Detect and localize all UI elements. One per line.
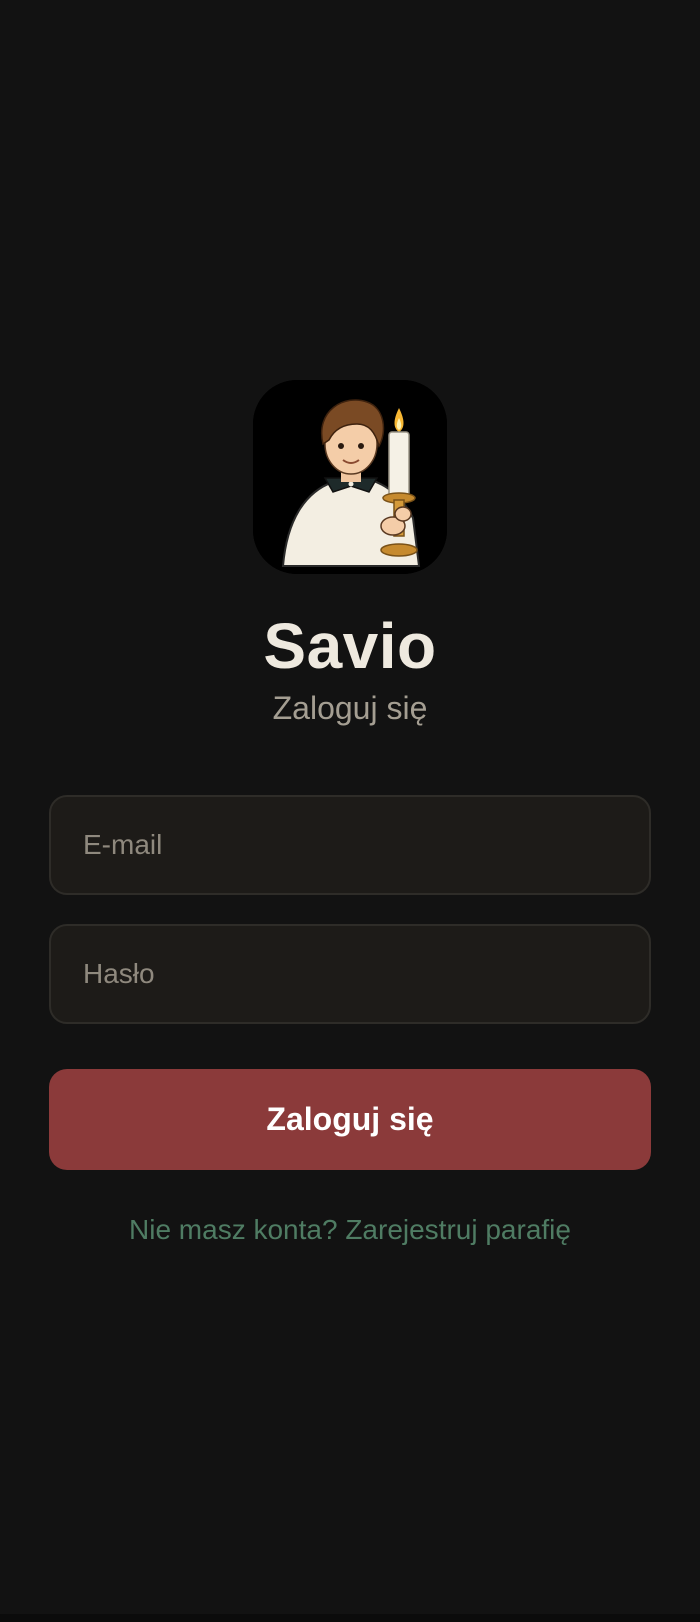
password-input[interactable] bbox=[51, 926, 649, 1022]
login-screen: Savio Zaloguj się Zaloguj się Nie masz k… bbox=[0, 0, 700, 1622]
password-field-container bbox=[49, 924, 651, 1024]
page-subtitle: Zaloguj się bbox=[272, 690, 428, 726]
login-button[interactable]: Zaloguj się bbox=[49, 1069, 651, 1170]
app-title: Savio bbox=[263, 610, 437, 682]
app-logo-icon bbox=[253, 380, 447, 574]
email-field-container bbox=[49, 795, 651, 895]
register-parish-link[interactable]: Nie masz konta? Zarejestruj parafię bbox=[0, 1212, 700, 1248]
email-input[interactable] bbox=[51, 797, 649, 893]
bottom-edge-bar bbox=[0, 1614, 700, 1622]
